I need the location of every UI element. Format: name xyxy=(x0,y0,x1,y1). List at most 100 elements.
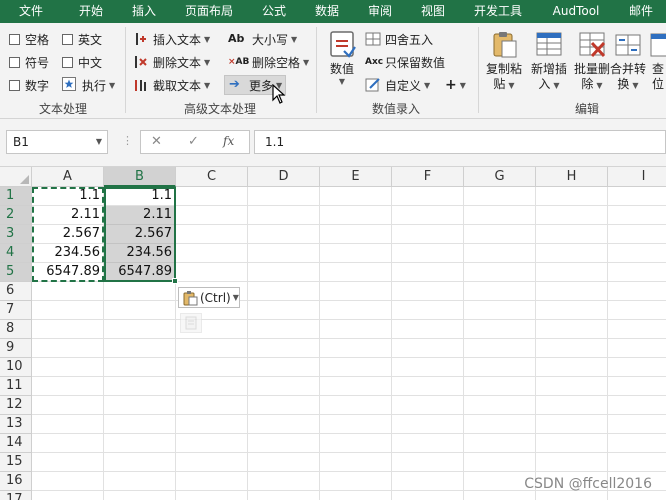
chevron-down-icon[interactable]: ▼ xyxy=(96,131,102,153)
column-header-b[interactable]: B xyxy=(104,167,176,187)
extract-text-button[interactable]: 截取文本 ▼ xyxy=(133,75,210,95)
row-header[interactable]: 12 xyxy=(0,396,32,415)
checkbox-symbol[interactable]: 符号 xyxy=(9,52,49,72)
custom-label: 自定义 xyxy=(385,78,422,93)
tab-mail[interactable]: 邮件 xyxy=(629,0,653,23)
tab-formulas[interactable]: 公式 xyxy=(262,0,286,23)
keep-value-label: 只保留数值 xyxy=(385,55,446,70)
tab-data[interactable]: 数据 xyxy=(315,0,339,23)
chevron-down-icon: ▼ xyxy=(232,293,239,302)
drag-handle-icon[interactable]: ⋮ xyxy=(122,134,133,147)
watermark-text: CSDN @ffcell2016 xyxy=(524,476,652,492)
column-header-i[interactable]: I xyxy=(608,167,666,187)
more-label: 更多 xyxy=(249,78,274,93)
group-label-text: 文本处理 xyxy=(38,102,88,116)
tab-insert[interactable]: 插入 xyxy=(132,0,156,23)
tab-review[interactable]: 审阅 xyxy=(368,0,392,23)
column-header-c[interactable]: C xyxy=(176,167,248,187)
case-label: 大小写 xyxy=(252,32,289,47)
keep-value-button[interactable]: Axc 只保留数值 xyxy=(365,52,445,72)
chevron-down-icon: ▼ xyxy=(553,81,560,90)
clipboard-icon xyxy=(182,290,198,306)
checkbox-icon[interactable] xyxy=(9,56,20,68)
chevron-down-icon: ▼ xyxy=(459,80,466,90)
row-header[interactable]: 2 xyxy=(0,206,32,225)
group-label-numeric: 数值录入 xyxy=(371,102,421,116)
row-header[interactable]: 13 xyxy=(0,415,32,434)
round-icon xyxy=(365,31,381,47)
confirm-icon[interactable]: ✓ xyxy=(188,134,199,149)
name-box[interactable]: B1 ▼ xyxy=(6,130,108,154)
chevron-down-icon: ▼ xyxy=(204,57,211,67)
row-header[interactable]: 3 xyxy=(0,225,32,244)
checkbox-space[interactable]: 空格 xyxy=(9,29,49,49)
delete-text-label: 删除文本 xyxy=(153,55,202,70)
checkbox-chinese[interactable]: 中文 xyxy=(62,52,102,72)
row-header[interactable]: 5 xyxy=(0,263,32,282)
checkbox-english[interactable]: 英文 xyxy=(62,29,102,49)
chevron-down-icon: ▼ xyxy=(303,57,310,67)
checkbox-icon[interactable] xyxy=(9,33,20,45)
column-header-g[interactable]: G xyxy=(464,167,536,187)
arrow-right-icon: ➔ xyxy=(229,77,240,92)
delete-space-button[interactable]: ×AB 删除空格 ▼ xyxy=(228,52,309,72)
lookup-button[interactable]: 查 位 xyxy=(644,27,666,99)
function-icon[interactable]: fx xyxy=(223,134,234,148)
row-header[interactable]: 7 xyxy=(0,301,32,320)
cancel-icon[interactable]: ✕ xyxy=(151,134,162,149)
tab-file[interactable]: 文件 xyxy=(19,0,43,23)
row-header[interactable]: 1 xyxy=(0,187,32,206)
execute-button[interactable]: 执行 ▼ xyxy=(62,75,115,95)
checkbox-icon[interactable] xyxy=(62,33,73,45)
delete-text-icon xyxy=(133,54,149,70)
chevron-down-icon: ▼ xyxy=(424,80,431,90)
column-header-e[interactable]: E xyxy=(320,167,392,187)
custom-button[interactable]: 自定义 ▼ xyxy=(365,75,430,95)
row-header[interactable]: 8 xyxy=(0,320,32,339)
row-header[interactable]: 11 xyxy=(0,377,32,396)
row-header[interactable]: 6 xyxy=(0,282,32,301)
insert-text-button[interactable]: 插入文本 ▼ xyxy=(133,29,210,49)
worksheet-grid: A B C D E F G H I 1 2 3 4 5 6 7 8 9 10 1… xyxy=(0,167,666,500)
row-header[interactable]: 4 xyxy=(0,244,32,263)
case-button[interactable]: Ab 大小写 ▼ xyxy=(228,29,297,49)
column-header-row: A B C D E F G H I xyxy=(0,167,666,187)
fill-handle[interactable] xyxy=(172,278,178,284)
row-header[interactable]: 9 xyxy=(0,339,32,358)
formula-bar: B1 ▼ ⋮ ✕ ✓ fx 1.1 xyxy=(0,119,666,167)
column-header-d[interactable]: D xyxy=(248,167,320,187)
value-button[interactable]: 数值 ▼ xyxy=(316,27,368,99)
column-header-f[interactable]: F xyxy=(392,167,464,187)
extract-text-label: 截取文本 xyxy=(153,78,202,93)
tab-audtool[interactable]: AudTool xyxy=(553,0,600,23)
tab-developer[interactable]: 开发工具 xyxy=(474,0,522,23)
row-header[interactable]: 17 xyxy=(0,491,32,500)
row-header[interactable]: 14 xyxy=(0,434,32,453)
row-header[interactable]: 10 xyxy=(0,358,32,377)
mouse-cursor-icon xyxy=(272,84,286,104)
round-button[interactable]: 四舍五入 xyxy=(365,29,433,49)
checkbox-label: 数字 xyxy=(25,78,50,93)
checkbox-number[interactable]: 数字 xyxy=(9,75,49,95)
quick-analysis-icon[interactable] xyxy=(180,313,202,333)
row-header[interactable]: 15 xyxy=(0,453,32,472)
paste-options-button[interactable]: (Ctrl) ▼ xyxy=(178,287,240,308)
column-header-h[interactable]: H xyxy=(536,167,608,187)
column-header-a[interactable]: A xyxy=(32,167,104,187)
chevron-down-icon: ▼ xyxy=(508,81,515,90)
tab-home[interactable]: 开始 xyxy=(79,0,103,23)
plus-icon: + xyxy=(445,77,457,93)
paste-icon xyxy=(489,29,519,59)
tab-view[interactable]: 视图 xyxy=(421,0,445,23)
select-all-button[interactable] xyxy=(0,167,32,187)
row-header[interactable]: 16 xyxy=(0,472,32,491)
delete-text-button[interactable]: 删除文本 ▼ xyxy=(133,52,210,72)
group-label-advanced: 高级文本处理 xyxy=(183,102,257,116)
formula-input[interactable]: 1.1 xyxy=(254,130,666,154)
checkbox-icon[interactable] xyxy=(9,79,20,91)
tab-page-layout[interactable]: 页面布局 xyxy=(185,0,233,23)
plus-button[interactable]: + ▼ xyxy=(445,75,466,95)
checkbox-icon[interactable] xyxy=(62,56,73,68)
round-label: 四舍五入 xyxy=(385,32,434,47)
insert-row-icon xyxy=(534,29,564,59)
